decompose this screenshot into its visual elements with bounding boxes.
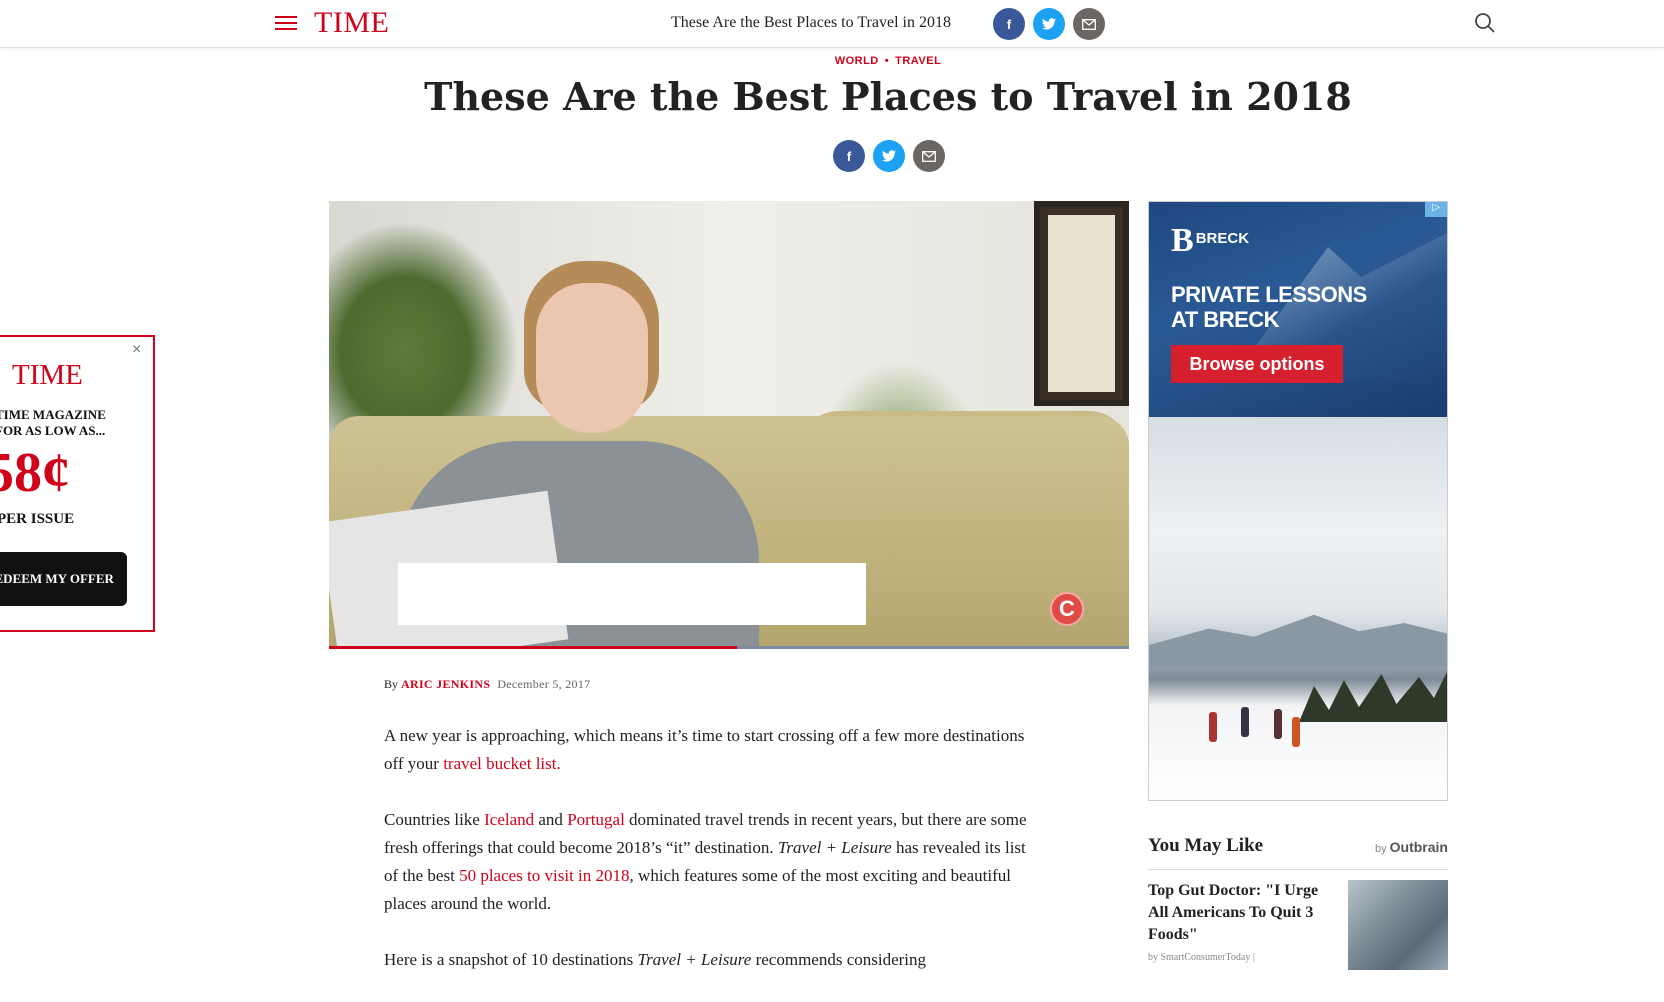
video-wall-frame: [1034, 201, 1129, 406]
attribution-by: by: [1375, 843, 1387, 855]
video-player[interactable]: C: [329, 201, 1129, 649]
article-body: A new year is approaching, which means i…: [384, 722, 1032, 1002]
twitter-icon: [882, 150, 896, 162]
travel-bucket-list-link[interactable]: travel bucket list.: [443, 754, 561, 773]
byline-prefix: By: [384, 677, 399, 691]
publication-name: Travel + Leisure: [637, 950, 752, 969]
ad-headline: PRIVATE LESSONS AT BRECK: [1171, 282, 1367, 332]
author-link[interactable]: ARIC JENKINS: [401, 677, 490, 691]
breck-logo-mark: B: [1171, 222, 1194, 259]
email-icon: [922, 150, 936, 162]
paragraph-2: Countries like Iceland and Portugal domi…: [384, 806, 1032, 918]
recommended-story[interactable]: Top Gut Doctor: "I Urge All Americans To…: [1148, 880, 1448, 970]
promo-text: TIME MAGAZINE FOR AS LOW AS...: [0, 407, 106, 439]
outbrain-attribution[interactable]: by Outbrain: [1375, 839, 1448, 855]
breck-logo: B BRECK: [1171, 222, 1249, 260]
breck-ad[interactable]: B BRECK PRIVATE LESSONS AT BRECK Browse o…: [1148, 201, 1448, 801]
50-places-link[interactable]: 50 places to visit in 2018: [459, 866, 629, 885]
twitter-share-button[interactable]: [1033, 8, 1065, 40]
portugal-link[interactable]: Portugal: [567, 810, 625, 829]
section-kicker: WORLD • TRAVEL: [0, 55, 1664, 67]
you-may-like-header: You May Like by Outbrain: [1148, 835, 1448, 870]
promo-per-issue: PER ISSUE: [0, 511, 75, 527]
ad-skier: [1274, 709, 1282, 739]
video-person-face: [536, 283, 648, 433]
video-caption-box: [398, 563, 866, 625]
menu-icon[interactable]: [275, 16, 297, 30]
breck-logo-name: BRECK: [1195, 230, 1250, 247]
ad-skier: [1292, 717, 1300, 747]
kicker-travel-link[interactable]: TRAVEL: [895, 55, 941, 67]
promo-time-logo: TIME: [12, 359, 83, 391]
search-icon[interactable]: [1474, 12, 1496, 34]
nav-article-title: These Are the Best Places to Travel in 2…: [671, 14, 951, 31]
twitter-icon: [1042, 18, 1056, 30]
paragraph-text: recommends considering: [751, 950, 927, 969]
twitter-share-button-article[interactable]: [873, 140, 905, 172]
close-icon[interactable]: ×: [132, 341, 141, 359]
facebook-share-button-article[interactable]: f: [833, 140, 865, 172]
redeem-offer-button[interactable]: REDEEM MY OFFER: [0, 552, 127, 606]
facebook-icon: f: [846, 148, 852, 164]
iceland-link[interactable]: Iceland: [484, 810, 534, 829]
time-logo[interactable]: TIME: [314, 6, 389, 40]
email-share-button[interactable]: [1073, 8, 1105, 40]
story-source: by SmartConsumerToday |: [1148, 952, 1255, 963]
ad-skier: [1209, 712, 1217, 742]
ad-headline-line-2: AT BRECK: [1171, 307, 1280, 332]
paragraph-1: A new year is approaching, which means i…: [384, 722, 1032, 778]
facebook-share-button[interactable]: f: [993, 8, 1025, 40]
email-share-button-article[interactable]: [913, 140, 945, 172]
byline: By ARIC JENKINS December 5, 2017: [384, 677, 590, 692]
ad-skier: [1241, 707, 1249, 737]
paragraph-text: and: [534, 810, 568, 829]
story-title[interactable]: Top Gut Doctor: "I Urge All Americans To…: [1148, 880, 1338, 946]
facebook-icon: f: [1006, 16, 1012, 32]
paragraph-text: Here is a snapshot of 10 destinations: [384, 950, 638, 969]
publication-name: Travel + Leisure: [777, 838, 892, 857]
paragraph-text: Countries like: [384, 810, 485, 829]
kicker-separator: •: [884, 55, 890, 67]
promo-line-2: FOR AS LOW AS...: [0, 423, 106, 438]
subscription-promo: × TIME TIME MAGAZINE FOR AS LOW AS... 58…: [0, 335, 155, 632]
ad-headline-line-1: PRIVATE LESSONS: [1171, 282, 1367, 307]
promo-line-1: TIME MAGAZINE: [0, 407, 106, 422]
video-provider-logo[interactable]: C: [1050, 592, 1084, 626]
divider: [1148, 869, 1448, 870]
video-progress-fill: [329, 646, 737, 649]
browse-options-button[interactable]: Browse options: [1171, 345, 1343, 383]
promo-price: 58¢: [0, 442, 70, 504]
adchoices-icon[interactable]: ▷: [1425, 202, 1447, 217]
publish-date: December 5, 2017: [497, 677, 591, 691]
outbrain-logo: Outbrain: [1389, 839, 1448, 855]
story-thumbnail[interactable]: [1348, 880, 1448, 970]
article-headline: These Are the Best Places to Travel in 2…: [424, 74, 1352, 119]
kicker-world-link[interactable]: WORLD: [835, 55, 879, 67]
top-nav-bar: TIME These Are the Best Places to Travel…: [0, 0, 1664, 48]
email-icon: [1082, 18, 1096, 30]
